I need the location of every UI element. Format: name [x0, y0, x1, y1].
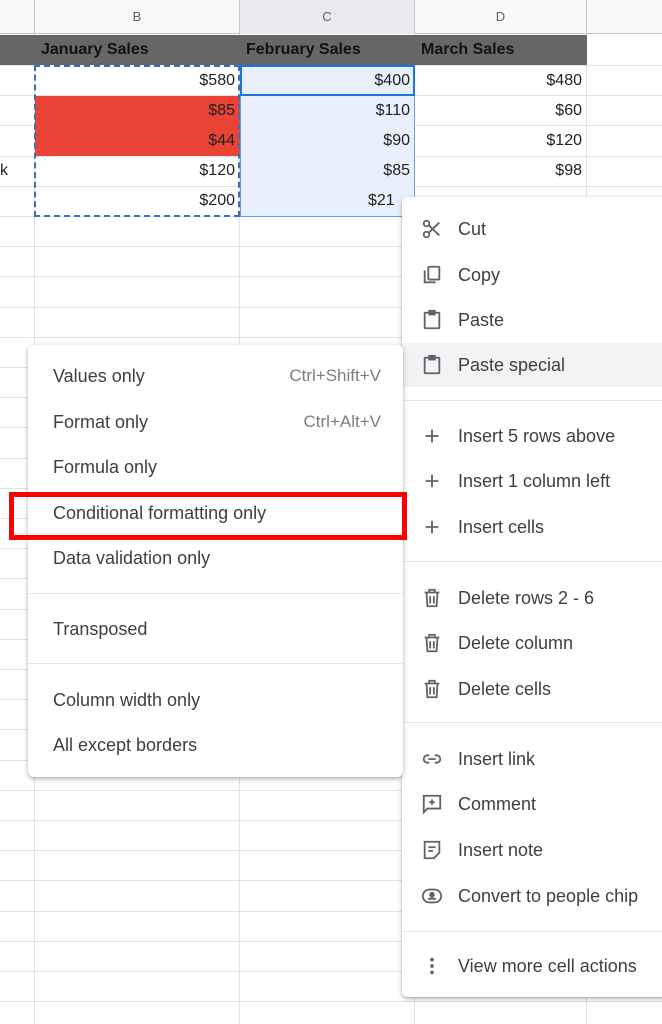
menu-item-delete-rows[interactable]: Delete rows 2 - 6	[402, 576, 662, 620]
cell-jan-highlighted[interactable]: $44	[35, 126, 240, 156]
header-cell-january[interactable]: January Sales	[35, 35, 240, 65]
header-cell-february[interactable]: February Sales	[240, 35, 415, 65]
column-header-d[interactable]: D	[415, 0, 587, 34]
column-header-a[interactable]	[0, 0, 35, 34]
header-cell-march[interactable]: March Sales	[415, 35, 587, 65]
column-header-b[interactable]: B	[35, 0, 240, 34]
menu-item-insert-rows-above[interactable]: Insert 5 rows above	[402, 414, 662, 458]
link-icon	[420, 747, 444, 771]
menu-divider	[402, 561, 662, 562]
context-menu: Cut Copy Paste Paste special Insert 5 ro…	[402, 197, 662, 997]
cell-feb[interactable]: $21	[240, 186, 415, 216]
submenu-item-all-except-borders[interactable]: All except borders	[28, 723, 403, 767]
menu-item-cut[interactable]: Cut	[402, 207, 662, 251]
plus-icon	[420, 515, 444, 539]
trash-icon	[420, 631, 444, 655]
shortcut-hint: Ctrl+Alt+V	[303, 412, 381, 431]
menu-item-insert-cells[interactable]: Insert cells	[402, 505, 662, 549]
menu-item-delete-cells[interactable]: Delete cells	[402, 667, 662, 711]
clipboard-icon	[420, 353, 444, 377]
more-vert-icon	[420, 954, 444, 978]
menu-item-paste[interactable]: Paste	[402, 298, 662, 342]
copy-icon	[420, 263, 444, 287]
menu-item-paste-special[interactable]: Paste special	[402, 343, 662, 387]
cell-mar[interactable]: $480	[415, 66, 587, 96]
submenu-item-formula-only[interactable]: Formula only	[28, 445, 403, 489]
menu-divider	[402, 722, 662, 723]
menu-item-convert-people-chip[interactable]: Convert to people chip	[402, 874, 662, 918]
submenu-item-conditional-formatting-only[interactable]: Conditional formatting only	[28, 491, 403, 535]
cell-feb[interactable]: $110	[240, 96, 415, 126]
submenu-item-column-width-only[interactable]: Column width only	[28, 678, 403, 722]
menu-item-comment[interactable]: Comment	[402, 782, 662, 826]
cell-a5-partial[interactable]: k	[0, 156, 34, 186]
menu-item-view-more-cell-actions[interactable]: View more cell actions	[402, 944, 662, 988]
submenu-item-format-only[interactable]: Format only Ctrl+Alt+V	[28, 400, 403, 444]
menu-item-delete-column[interactable]: Delete column	[402, 621, 662, 665]
cell-feb[interactable]: $85	[240, 156, 415, 186]
menu-divider	[28, 663, 403, 664]
cell-feb[interactable]: $90	[240, 126, 415, 156]
cell-mar[interactable]: $98	[415, 156, 587, 186]
menu-divider	[402, 400, 662, 401]
menu-divider	[28, 593, 403, 594]
submenu-item-values-only[interactable]: Values only Ctrl+Shift+V	[28, 354, 403, 398]
person-chip-icon	[420, 884, 444, 908]
cell-mar[interactable]: $120	[415, 126, 587, 156]
cell-mar[interactable]: $60	[415, 96, 587, 126]
grid-line	[0, 1001, 662, 1002]
column-header-e[interactable]: E	[587, 0, 662, 34]
cell-jan-highlighted[interactable]: $85	[35, 96, 240, 126]
menu-item-insert-note[interactable]: Insert note	[402, 828, 662, 872]
note-icon	[420, 838, 444, 862]
cell-jan[interactable]: $200	[35, 186, 240, 216]
trash-icon	[420, 677, 444, 701]
plus-icon	[420, 469, 444, 493]
submenu-item-transposed[interactable]: Transposed	[28, 607, 403, 651]
menu-divider	[402, 931, 662, 932]
menu-item-insert-link[interactable]: Insert link	[402, 737, 662, 781]
cell-jan[interactable]: $120	[35, 156, 240, 186]
trash-icon	[420, 586, 444, 610]
scissors-icon	[420, 217, 444, 241]
submenu-item-data-validation-only[interactable]: Data validation only	[28, 536, 403, 580]
menu-item-insert-column-left[interactable]: Insert 1 column left	[402, 459, 662, 503]
column-header-c[interactable]: C	[240, 0, 415, 34]
comment-add-icon	[420, 792, 444, 816]
cell-jan[interactable]: $580	[35, 66, 240, 96]
menu-item-copy[interactable]: Copy	[402, 253, 662, 297]
plus-icon	[420, 424, 444, 448]
paste-special-submenu: Values only Ctrl+Shift+V Format only Ctr…	[28, 345, 403, 777]
column-header-row: B C D E	[0, 0, 662, 34]
cell-feb[interactable]: $400	[240, 66, 415, 96]
shortcut-hint: Ctrl+Shift+V	[289, 366, 381, 385]
clipboard-icon	[420, 308, 444, 332]
